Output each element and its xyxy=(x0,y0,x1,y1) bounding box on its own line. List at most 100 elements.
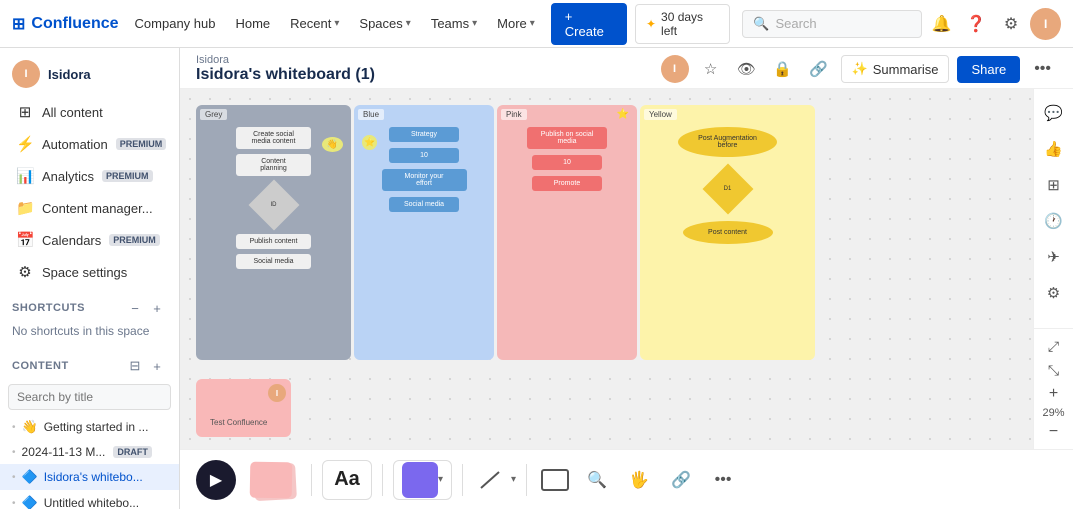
chevron-down-icon: ▾ xyxy=(472,18,477,29)
zoom-in-button[interactable]: + xyxy=(1040,383,1068,405)
sidebar-avatar: I xyxy=(12,60,40,88)
swimlane-pink: Pink ⭐ Publish on socialmedia 10 Promote xyxy=(497,105,637,360)
search-by-title-input[interactable] xyxy=(8,384,171,410)
card-stack xyxy=(246,460,301,500)
sidebar-item-space-settings[interactable]: ⚙ Space settings xyxy=(4,257,175,287)
search-canvas-button[interactable]: 🔍 xyxy=(579,462,615,498)
fit-selection-icon[interactable]: ⤡ xyxy=(1040,359,1068,381)
filter-icon[interactable]: ⊟ xyxy=(125,356,145,376)
help-icon[interactable]: ❓ xyxy=(961,8,992,40)
add-content-icon[interactable]: + xyxy=(147,356,167,376)
emoji-sticker: ⭐ xyxy=(362,135,377,150)
lock-button[interactable]: 🔒 xyxy=(769,55,797,83)
like-icon[interactable]: 👍 xyxy=(1038,133,1070,165)
flow-box: Social media xyxy=(236,254,311,269)
nav-recent[interactable]: Recent ▾ xyxy=(282,10,347,37)
nav-label: More xyxy=(497,16,527,31)
play-button[interactable]: ▶ xyxy=(196,460,236,500)
tree-item-untitled-whiteboard[interactable]: • 🔷 Untitled whitebo... xyxy=(0,490,179,509)
ai-icon: ✨ xyxy=(852,61,868,77)
tree-item-isidoras-whiteboard[interactable]: • 🔷 Isidora's whitebo... xyxy=(0,464,179,490)
link-button[interactable]: 🔗 xyxy=(805,55,833,83)
more-tools-button[interactable]: ••• xyxy=(705,462,741,498)
nav-home[interactable]: Home xyxy=(227,10,278,37)
chevron-down-icon: ▾ xyxy=(511,474,516,485)
fit-to-screen-icon[interactable]: ⤢ xyxy=(1040,335,1068,357)
collapse-icon[interactable]: − xyxy=(125,298,145,318)
swimlane-label: Blue xyxy=(358,109,384,120)
whiteboard-header: Isidora Isidora's whiteboard (1) I ☆ 👁 🔒… xyxy=(180,48,1073,89)
sidebar-username: Isidora xyxy=(48,67,91,82)
bullet-icon: • xyxy=(12,447,16,458)
flow-box-blue: Strategy xyxy=(389,127,459,142)
star-button[interactable]: ☆ xyxy=(697,55,725,83)
share-button[interactable]: Share xyxy=(957,56,1020,83)
star-icon: ✦ xyxy=(646,17,656,31)
flow-box-blue: 10 xyxy=(389,148,459,163)
nav-company-hub[interactable]: Company hub xyxy=(127,10,224,37)
history-icon[interactable]: 🕐 xyxy=(1038,205,1070,237)
tree-item-getting-started[interactable]: • 👋 Getting started in ... xyxy=(0,414,179,440)
flow-box: Create socialmedia content xyxy=(236,127,311,149)
tree-item-label: 2024-11-13 M... xyxy=(22,445,106,459)
whiteboard-emoji: 🔷 xyxy=(22,469,38,485)
tree-item-draft[interactable]: • 2024-11-13 M... DRAFT xyxy=(0,440,179,464)
table-icon[interactable]: ⊞ xyxy=(1038,169,1070,201)
draft-badge: DRAFT xyxy=(113,446,152,458)
stamp-tool-button[interactable]: 🖐 xyxy=(621,462,657,498)
nav-label: Teams xyxy=(431,16,469,31)
zoom-out-button[interactable]: − xyxy=(1040,421,1068,443)
present-icon[interactable]: ✈ xyxy=(1038,241,1070,273)
settings-icon[interactable]: ⚙ xyxy=(996,8,1027,40)
page-title: Isidora's whiteboard (1) xyxy=(196,66,375,84)
premium-badge: PREMIUM xyxy=(116,138,167,150)
shortcuts-empty-message: No shortcuts in this space xyxy=(0,322,179,346)
logo-text: Confluence xyxy=(31,15,118,33)
bullet-icon: • xyxy=(12,472,16,483)
trial-badge[interactable]: ✦ 30 days left xyxy=(635,4,730,44)
color-fill-button[interactable]: ▾ xyxy=(393,460,452,500)
sidebar-item-content-manager[interactable]: 📁 Content manager... xyxy=(4,193,175,223)
separator xyxy=(462,464,463,496)
bullet-icon: • xyxy=(12,422,16,433)
sidebar-item-label: Analytics xyxy=(42,169,94,184)
emoji-sticker: 👋 xyxy=(322,137,343,152)
flow-box-pink: Publish on socialmedia xyxy=(527,127,607,149)
search-bar[interactable]: 🔍 Search xyxy=(742,10,922,38)
sidebar-item-all-content[interactable]: ⊞ All content xyxy=(4,97,175,127)
nav-label: Home xyxy=(235,16,270,31)
separator xyxy=(526,464,527,496)
create-button[interactable]: + Create xyxy=(551,3,627,45)
sidebar-item-analytics[interactable]: 📊 Analytics PREMIUM xyxy=(4,161,175,191)
sidebar-item-automation[interactable]: ⚡ Automation PREMIUM xyxy=(4,129,175,159)
shape-rectangle-button[interactable] xyxy=(537,462,573,498)
flow-box-blue: Monitor youreffort xyxy=(382,169,467,191)
sidebar-item-label: All content xyxy=(42,105,103,120)
sidebar-item-label: Space settings xyxy=(42,265,127,280)
settings-icon[interactable]: ⚙ xyxy=(1038,277,1070,309)
rectangle-shape xyxy=(541,469,569,491)
test-confluence-card[interactable]: Test Confluence I xyxy=(196,379,291,437)
nav-more[interactable]: More ▾ xyxy=(489,10,543,37)
comments-icon[interactable]: 💬 xyxy=(1038,97,1070,129)
nav-label: Recent xyxy=(290,16,331,31)
tree-item-label: Getting started in ... xyxy=(44,420,149,434)
add-shortcut-icon[interactable]: + xyxy=(147,298,167,318)
more-options-button[interactable]: ••• xyxy=(1028,56,1057,82)
user-avatar[interactable]: I xyxy=(1030,8,1061,40)
sidebar-item-calendars[interactable]: 📅 Calendars PREMIUM xyxy=(4,225,175,255)
line-tool-button[interactable] xyxy=(473,462,509,498)
text-tool-button[interactable]: Aa xyxy=(322,460,372,500)
nav-teams[interactable]: Teams ▾ xyxy=(423,10,485,37)
lightning-icon: ⚡ xyxy=(16,135,34,153)
notifications-icon[interactable]: 🔔 xyxy=(926,8,957,40)
logo[interactable]: ⊞ Confluence xyxy=(12,14,119,34)
link-tool-button[interactable]: 🔗 xyxy=(663,462,699,498)
sidebar-user-header: I Isidora xyxy=(0,48,179,96)
summarise-button[interactable]: ✨ Summarise xyxy=(841,55,950,83)
color-preview xyxy=(402,462,438,498)
nav-spaces[interactable]: Spaces ▾ xyxy=(351,10,418,37)
flow-box: Contentplanning xyxy=(236,154,311,176)
summarise-label: Summarise xyxy=(873,62,939,77)
view-button[interactable]: 👁 xyxy=(733,55,761,83)
